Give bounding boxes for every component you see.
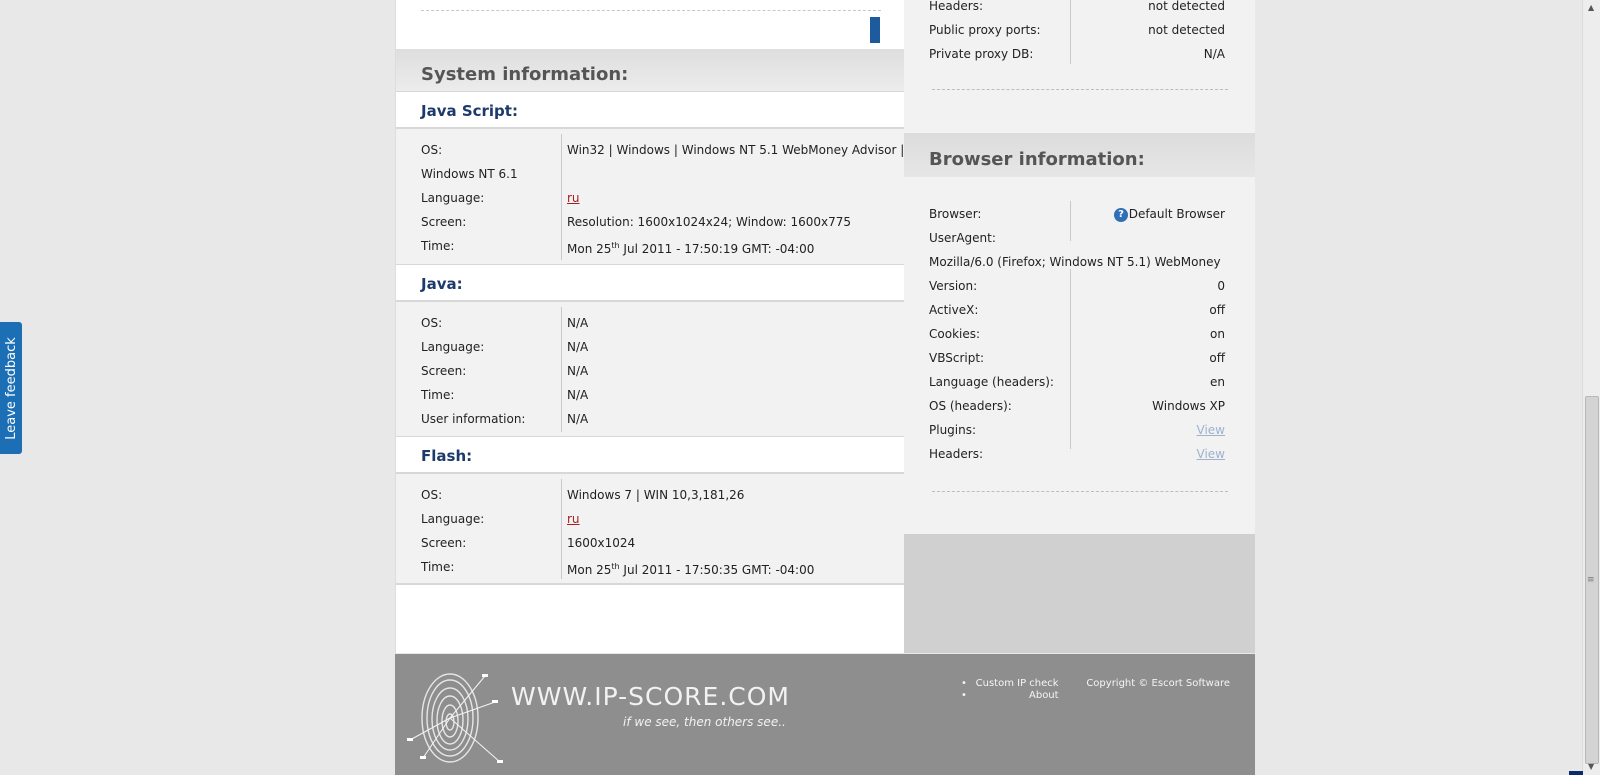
system-info-title: System information: bbox=[421, 64, 629, 85]
flash-screen-label: Screen: bbox=[421, 536, 467, 550]
leave-feedback-label: Leave feedback bbox=[3, 336, 19, 440]
divider bbox=[932, 491, 1228, 492]
blue-indicator bbox=[870, 17, 880, 43]
javascript-section: OS: Win32 | Windows | Windows NT 5.1 Web… bbox=[396, 129, 905, 265]
java-screen-value: N/A bbox=[567, 364, 589, 378]
public-proxy-ports-value: not detected bbox=[1148, 23, 1225, 37]
proxy-headers-label: Headers: bbox=[929, 0, 983, 13]
browser-info-title: Browser information: bbox=[929, 149, 1145, 170]
java-time-label: Time: bbox=[421, 388, 455, 402]
right-panel: Headers: not detected Public proxy ports… bbox=[904, 0, 1255, 653]
leave-feedback-tab[interactable]: Leave feedback bbox=[0, 322, 22, 454]
footer: WWW.IP-SCORE.COM if we see, then others … bbox=[395, 654, 1255, 775]
help-icon[interactable]: ? bbox=[1114, 208, 1128, 222]
proxy-headers-value: not detected bbox=[1148, 0, 1225, 13]
footer-nav: Custom IP check About bbox=[961, 678, 1059, 702]
javascript-title: Java Script: bbox=[421, 102, 518, 120]
js-language-label: Language: bbox=[421, 191, 485, 205]
flash-screen-value: 1600x1024 bbox=[567, 536, 636, 550]
browser-value: Default Browser bbox=[1128, 207, 1225, 221]
cookies-value: on bbox=[1210, 327, 1225, 341]
java-language-label: Language: bbox=[421, 340, 485, 354]
private-proxy-db-value: N/A bbox=[1203, 47, 1225, 61]
scroll-down-arrow-icon[interactable]: ▼ bbox=[1588, 762, 1594, 771]
js-screen-value: Resolution: 1600x1024x24; Window: 1600x7… bbox=[567, 215, 852, 229]
java-screen-label: Screen: bbox=[421, 364, 467, 378]
os-headers-label: OS (headers): bbox=[929, 399, 1012, 413]
copyright-text: Copyright © Escort Software bbox=[1086, 678, 1230, 689]
plugins-view-link[interactable]: View bbox=[1197, 422, 1225, 438]
divider bbox=[932, 89, 1228, 90]
site-logo-text[interactable]: WWW.IP-SCORE.COM bbox=[511, 682, 790, 711]
browser-info-header: Browser information: bbox=[904, 133, 1255, 178]
java-section-header: Java: bbox=[396, 264, 905, 302]
js-os-value-cont: Windows NT 6.1 bbox=[421, 167, 518, 181]
private-proxy-db-label: Private proxy DB: bbox=[929, 47, 1034, 61]
javascript-section-header: Java Script: bbox=[396, 91, 905, 129]
activex-label: ActiveX: bbox=[929, 303, 979, 317]
plugins-label: Plugins: bbox=[929, 423, 977, 437]
divider bbox=[396, 583, 905, 585]
flash-language-link[interactable]: ru bbox=[567, 511, 580, 527]
system-info-header: System information: bbox=[396, 49, 905, 92]
activex-value: off bbox=[1209, 303, 1225, 317]
vbscript-label: VBScript: bbox=[929, 351, 985, 365]
flash-time-label: Time: bbox=[421, 560, 455, 574]
language-headers-value: en bbox=[1210, 375, 1225, 389]
browser-info-section: Browser: ? Default Browser UserAgent: Mo… bbox=[904, 177, 1255, 534]
java-language-value: N/A bbox=[567, 340, 589, 354]
proxy-info-section: Headers: not detected Public proxy ports… bbox=[904, 0, 1255, 133]
java-os-value: N/A bbox=[567, 316, 589, 330]
version-value: 0 bbox=[1217, 279, 1225, 293]
useragent-label: UserAgent: bbox=[929, 231, 996, 245]
vbscript-value: off bbox=[1209, 351, 1225, 365]
java-section: OS: N/A Language: N/A Screen: N/A Time: … bbox=[396, 302, 905, 437]
flash-time-value: Mon 25th Jul 2011 - 17:50:35 GMT: -04:00 bbox=[567, 562, 815, 577]
js-language-link[interactable]: ru bbox=[567, 190, 580, 206]
js-os-value: Win32 | Windows | Windows NT 5.1 WebMone… bbox=[567, 143, 905, 157]
headers-label: Headers: bbox=[929, 447, 983, 461]
corner-marker bbox=[1569, 771, 1583, 775]
site-tagline: if we see, then others see.. bbox=[623, 715, 786, 729]
flash-title: Flash: bbox=[421, 447, 473, 465]
footer-link-about[interactable]: About bbox=[961, 690, 1059, 702]
headers-view-link[interactable]: View bbox=[1197, 446, 1225, 462]
footer-link-custom-ip-check[interactable]: Custom IP check bbox=[961, 678, 1059, 690]
flash-language-label: Language: bbox=[421, 512, 485, 526]
scroll-up-arrow-icon[interactable]: ▲ bbox=[1588, 3, 1594, 12]
flash-section-header: Flash: bbox=[396, 436, 905, 474]
fingerprint-logo-icon bbox=[407, 673, 503, 763]
flash-os-label: OS: bbox=[421, 488, 443, 502]
js-time-value: Mon 25th Jul 2011 - 17:50:19 GMT: -04:00 bbox=[567, 241, 815, 256]
useragent-value: Mozilla/6.0 (Firefox; Windows NT 5.1) We… bbox=[929, 255, 1221, 269]
language-headers-label: Language (headers): bbox=[929, 375, 1054, 389]
system-info-panel: System information: Java Script: OS: Win… bbox=[395, 0, 905, 653]
version-label: Version: bbox=[929, 279, 978, 293]
os-headers-value: Windows XP bbox=[1152, 399, 1225, 413]
flash-os-value: Windows 7 | WIN 10,3,181,26 bbox=[567, 488, 745, 502]
java-user-info-label: User information: bbox=[421, 412, 526, 426]
java-os-label: OS: bbox=[421, 316, 443, 330]
vertical-scrollbar[interactable]: ▲ ≡ ▼ bbox=[1582, 0, 1600, 775]
browser-label: Browser: bbox=[929, 207, 982, 221]
scrollbar-grip-icon: ≡ bbox=[1587, 575, 1595, 585]
cookies-label: Cookies: bbox=[929, 327, 981, 341]
java-user-info-value: N/A bbox=[567, 412, 589, 426]
java-time-value: N/A bbox=[567, 388, 589, 402]
java-title: Java: bbox=[421, 275, 463, 293]
js-os-label: OS: bbox=[421, 143, 443, 157]
js-screen-label: Screen: bbox=[421, 215, 467, 229]
js-time-label: Time: bbox=[421, 239, 455, 253]
divider bbox=[421, 10, 881, 11]
flash-section: OS: Windows 7 | WIN 10,3,181,26 Language… bbox=[396, 474, 905, 584]
public-proxy-ports-label: Public proxy ports: bbox=[929, 23, 1041, 37]
